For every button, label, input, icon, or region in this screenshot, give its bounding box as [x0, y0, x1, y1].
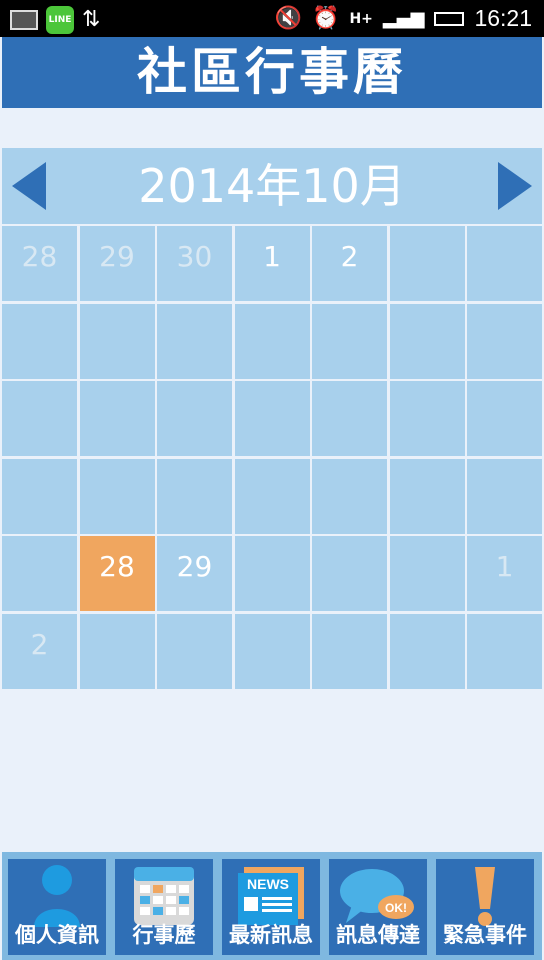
calendar-day-cell[interactable]: [157, 381, 232, 456]
calendar-day-cell[interactable]: 28: [2, 226, 77, 301]
calendar-day-number: 1: [495, 550, 514, 583]
calendar-day-cell[interactable]: [389, 536, 465, 611]
nav-message-button[interactable]: OK! 訊息傳達: [329, 859, 427, 955]
calendar-day-number: 1: [263, 240, 281, 273]
calendar-day-cell[interactable]: [234, 613, 310, 689]
month-navigation: 2014年10月: [2, 148, 542, 224]
calendar-day-number: 29: [99, 240, 135, 273]
calendar-day-cell[interactable]: 29: [79, 226, 155, 301]
status-left-icons: LINE ⇅: [10, 6, 100, 34]
calendar-day-cell[interactable]: [234, 381, 310, 456]
signal-icon: ▂▄▆: [382, 8, 425, 29]
calendar-day-cell[interactable]: [157, 458, 232, 534]
calendar-day-cell[interactable]: [467, 226, 542, 301]
nav-profile-button[interactable]: 個人資訊: [8, 859, 106, 955]
calendar-day-cell[interactable]: [312, 613, 387, 689]
calendar-day-cell[interactable]: [79, 613, 155, 689]
calendar-day-cell[interactable]: [2, 381, 77, 456]
calendar-day-cell[interactable]: [312, 458, 387, 534]
mute-icon: 🔇: [274, 6, 303, 31]
calendar-day-cell[interactable]: [467, 381, 542, 456]
calendar-day-number: 29: [176, 550, 213, 583]
calendar-day-cell[interactable]: [79, 458, 155, 534]
alarm-icon: ⏰: [312, 6, 340, 31]
nav-news-label: 最新訊息: [229, 923, 313, 947]
calendar-day-number: 28: [21, 240, 58, 273]
page-title: 社區行事曆: [137, 43, 407, 101]
news-icon-text: NEWS: [247, 876, 289, 892]
calendar-day-cell[interactable]: [312, 536, 387, 611]
nav-news-button[interactable]: NEWS 最新訊息: [222, 859, 320, 955]
chat-bubble-icon: OK!: [340, 869, 414, 923]
nav-message-label: 訊息傳達: [336, 923, 420, 947]
calendar-day-cell[interactable]: [79, 381, 155, 456]
calendar-day-number: 2: [30, 627, 49, 661]
calendar-day-cell[interactable]: [234, 536, 310, 611]
calendar-day-cell[interactable]: [79, 303, 155, 379]
calendar-day-number: 30: [176, 240, 213, 273]
status-bar: LINE ⇅ 🔇 ⏰ H+ ▂▄▆ 16:21: [0, 0, 544, 37]
calendar-day-cell[interactable]: 2: [2, 613, 77, 689]
month-title: 2014年10月: [138, 159, 406, 213]
status-time: 16:21: [474, 5, 532, 31]
calendar-day-cell[interactable]: [2, 303, 77, 379]
nav-calendar-label: 行事歷: [132, 923, 196, 947]
calendar-day-cell[interactable]: 2: [312, 226, 387, 301]
calendar-day-cell[interactable]: 30: [157, 226, 232, 301]
calendar-day-cell[interactable]: [389, 613, 465, 689]
exclamation-icon: [475, 867, 495, 926]
nav-emergency-button[interactable]: 緊急事件: [436, 859, 534, 955]
calendar-day-cell[interactable]: [389, 303, 465, 379]
calendar-icon: [134, 867, 194, 925]
nav-calendar-button[interactable]: 行事歷: [115, 859, 213, 955]
calendar-day-cell[interactable]: [157, 613, 232, 689]
calendar-day-cell[interactable]: 1: [467, 536, 542, 611]
person-icon: [34, 865, 80, 927]
battery-icon: [434, 11, 465, 26]
calendar-day-number: 28: [99, 550, 135, 583]
calendar-day-cell[interactable]: [234, 458, 310, 534]
hplus-icon: H+: [349, 10, 373, 27]
status-right-icons: 🔇 ⏰ H+ ▂▄▆ 16:21: [275, 5, 532, 32]
line-app-label: LINE: [48, 15, 72, 25]
calendar-day-number: 2: [340, 240, 359, 273]
bottom-navigation: 個人資訊 行事歷 NEWS 最新訊息 OK! 訊息傳達 緊急事件: [2, 852, 542, 960]
next-month-button[interactable]: [498, 162, 532, 210]
line-app-icon: LINE: [46, 6, 74, 34]
app-header: 社區行事曆: [2, 37, 542, 108]
calendar-day-cell[interactable]: [389, 226, 465, 301]
calendar-day-cell[interactable]: [157, 303, 232, 379]
calendar-day-cell[interactable]: [312, 303, 387, 379]
mail-icon: [10, 10, 38, 30]
calendar-day-today[interactable]: 28: [79, 536, 155, 611]
calendar-day-cell[interactable]: [467, 613, 542, 689]
calendar-day-cell[interactable]: [2, 458, 77, 534]
data-sync-icon: ⇅: [82, 7, 101, 32]
news-icon: NEWS: [238, 867, 304, 925]
calendar-day-cell[interactable]: [467, 458, 542, 534]
calendar-day-cell[interactable]: 29: [157, 536, 232, 611]
calendar-day-cell[interactable]: [467, 303, 542, 379]
calendar-day-cell[interactable]: [312, 381, 387, 456]
calendar-day-cell[interactable]: [234, 303, 310, 379]
calendar-day-cell[interactable]: [2, 536, 77, 611]
chat-icon-text: OK!: [385, 901, 407, 915]
calendar-day-cell[interactable]: [389, 458, 465, 534]
calendar-grid: 28 29 30 1 2 28 29 1 2: [2, 226, 542, 689]
calendar-day-cell[interactable]: [389, 381, 465, 456]
nav-emergency-label: 緊急事件: [443, 923, 527, 947]
nav-profile-label: 個人資訊: [15, 923, 99, 947]
calendar-day-cell[interactable]: 1: [234, 226, 310, 301]
